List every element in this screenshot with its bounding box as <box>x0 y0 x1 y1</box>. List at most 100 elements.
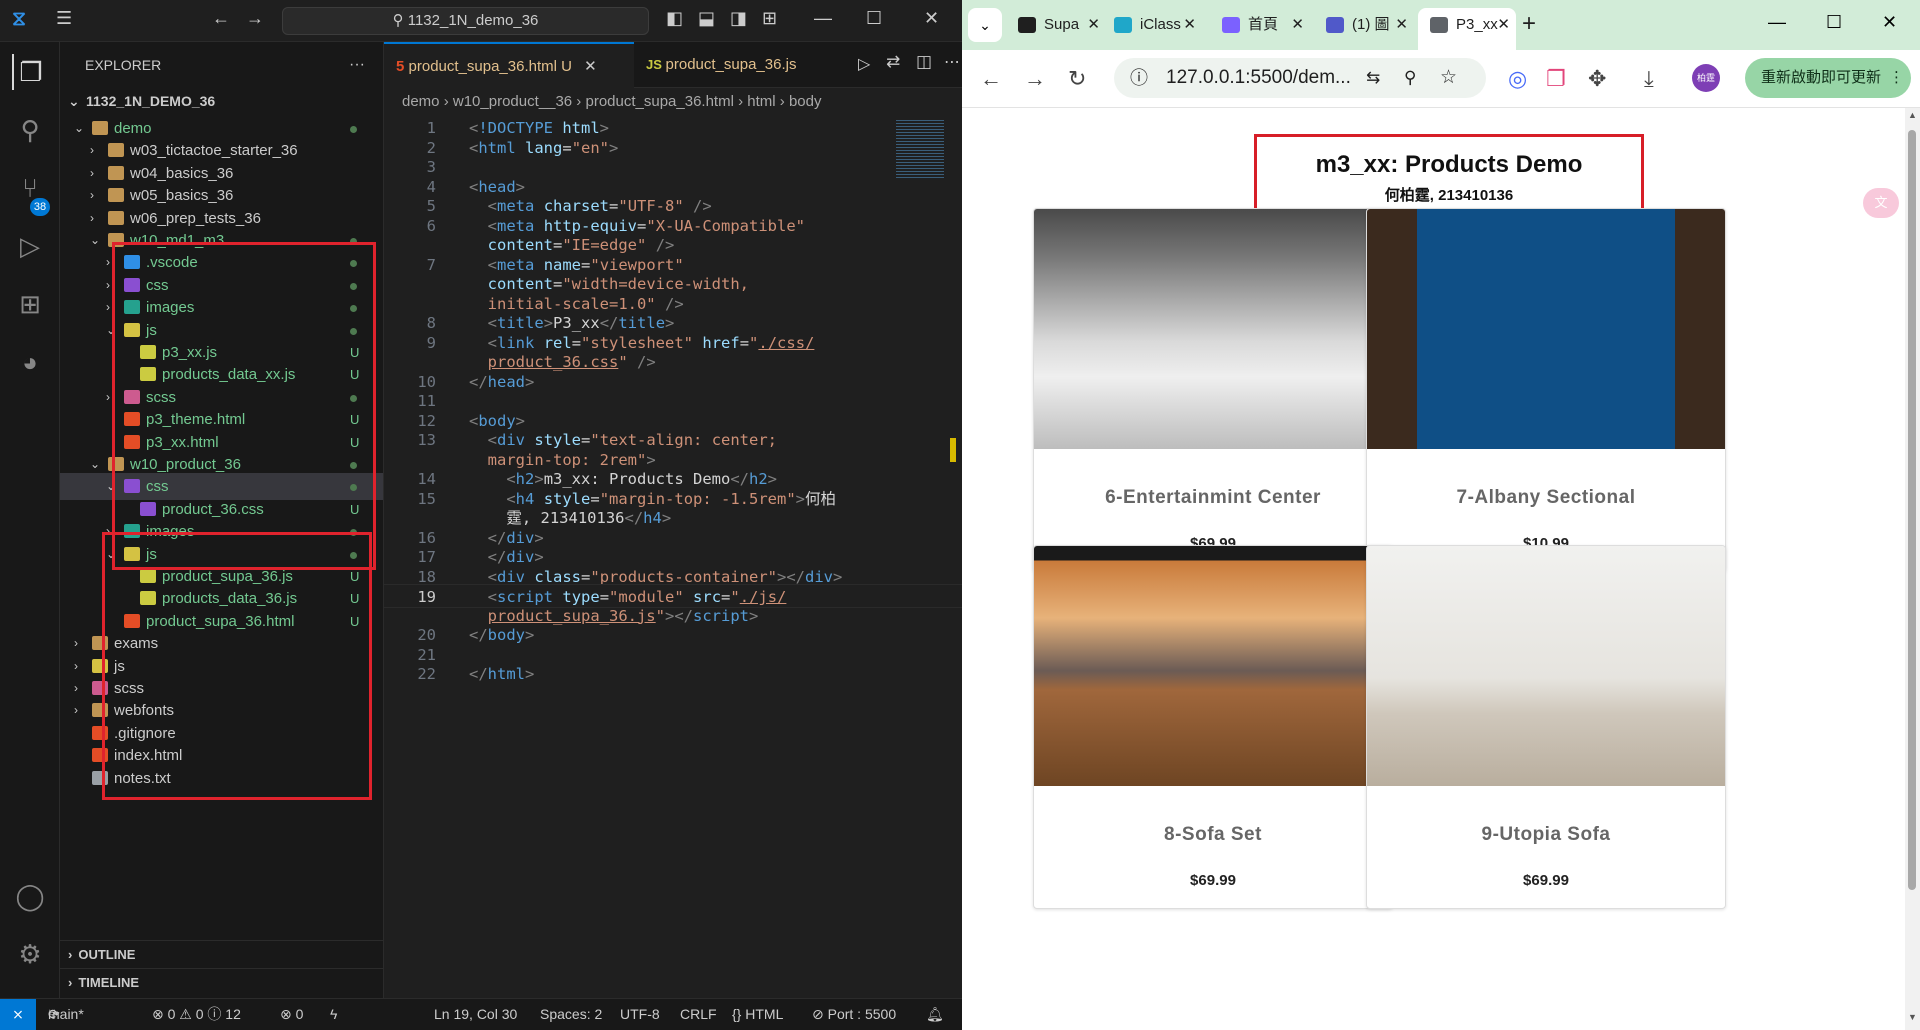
reload-icon[interactable]: ↻ <box>1068 66 1086 92</box>
outline-section[interactable]: › OUTLINE <box>60 940 383 967</box>
favicon-icon <box>1018 17 1036 33</box>
close-tab-icon[interactable]: ✕ <box>1183 8 1196 42</box>
browser-tab[interactable]: iClass ✕ <box>1102 8 1202 42</box>
folder-icon <box>108 210 124 225</box>
indentation[interactable]: Spaces: 2 <box>540 999 602 1029</box>
remote-indicator[interactable]: ⨯ <box>0 999 36 1030</box>
toggle-secondary-sidebar-icon[interactable]: ◨ <box>730 8 747 29</box>
update-label: 重新啟動即可更新 <box>1761 69 1882 86</box>
lens-icon[interactable]: ◎ <box>1508 66 1527 92</box>
product-card[interactable]: 8-Sofa Set $69.99 <box>1033 545 1393 909</box>
compare-icon[interactable]: ⇄ <box>886 52 900 72</box>
tab-product-supa-html[interactable]: 5 product_supa_36.html U ✕ <box>384 42 634 88</box>
floating-translate-button[interactable]: 文 <box>1863 188 1899 218</box>
explorer-title: EXPLORER <box>85 57 162 73</box>
site-info-icon[interactable]: ⓘ <box>1130 58 1148 98</box>
bolt-icon[interactable]: ϟ <box>330 999 337 1029</box>
code-editor[interactable]: 1 <!DOCTYPE html> 2 <html lang="en"> 3 4 <head… <box>384 116 962 986</box>
menu-icon[interactable]: ☰ <box>56 8 72 29</box>
breadcrumb-item[interactable]: product_supa_36.html <box>585 93 733 110</box>
minimize-icon[interactable]: — <box>814 8 832 29</box>
timeline-section[interactable]: › TIMELINE <box>60 968 383 995</box>
live-server-port[interactable]: ⊘ Port : 5500 <box>812 999 896 1029</box>
toggle-panel-icon[interactable]: ⬓ <box>698 8 715 29</box>
scroll-down-icon[interactable]: ▼ <box>1908 1012 1917 1022</box>
browser-tab[interactable]: 首頁 ✕ <box>1210 8 1310 42</box>
more-actions-icon[interactable]: ··· <box>349 42 365 88</box>
translator-extension-icon[interactable]: ❐ <box>1546 66 1566 92</box>
close-icon[interactable]: ✕ <box>924 8 939 29</box>
address-bar[interactable]: ⓘ 127.0.0.1:5500/dem... ⇆ ⚲ ☆ <box>1114 58 1486 98</box>
close-tab-icon[interactable]: ✕ <box>1087 8 1100 42</box>
breadcrumb-item[interactable]: html <box>747 93 775 110</box>
line-ending[interactable]: CRLF <box>680 999 717 1029</box>
translate-icon[interactable]: ⇆ <box>1366 58 1380 98</box>
close-tab-icon[interactable]: ✕ <box>1395 8 1408 42</box>
product-card[interactable]: 6-Entertainmint Center $69.99 <box>1033 208 1393 572</box>
scrollbar-thumb[interactable] <box>1908 130 1916 890</box>
tab-search-button[interactable]: ⌄ <box>968 8 1002 42</box>
problems-status[interactable]: ⊗ 0 ⚠ 0 ⓘ 12 <box>152 999 241 1029</box>
encoding[interactable]: UTF-8 <box>620 999 660 1029</box>
page-subtitle: 何柏霆, 213410136 <box>1384 187 1514 204</box>
forward-arrow-icon[interactable]: → <box>1024 66 1046 92</box>
forward-arrow-icon[interactable]: → <box>246 8 264 29</box>
close-tab-icon[interactable]: ✕ <box>584 58 597 75</box>
browser-window: ⌄ Supa ✕ iClass ✕ 首頁 ✕ (1) 圖 ✕ P3_xx ✕ + — ☐ ✕ ← … <box>962 0 1920 1030</box>
browser-tab[interactable]: Supa ✕ <box>1006 8 1106 42</box>
close-icon[interactable]: ✕ <box>1882 12 1897 33</box>
run-debug-icon[interactable]: ▷ <box>12 228 48 264</box>
new-tab-button[interactable]: + <box>1522 10 1536 38</box>
ports-status[interactable]: ⊗ 0 <box>280 999 303 1029</box>
product-card[interactable]: 7-Albany Sectional $10.99 <box>1366 208 1726 572</box>
download-icon[interactable]: ⤓ <box>1644 66 1654 92</box>
back-arrow-icon[interactable]: ← <box>980 66 1002 92</box>
run-icon[interactable]: ▷ <box>858 54 870 74</box>
maximize-icon[interactable]: ☐ <box>866 8 882 29</box>
product-name: 6-Entertainmint Center <box>1105 487 1321 508</box>
notifications-icon[interactable]: 🔔︎ <box>926 999 944 1029</box>
breadcrumb-item[interactable]: w10_product__36 <box>453 93 572 110</box>
status-bar: ⨯ ⑂ main* ⟳ ⊗ 0 ⚠ 0 ⓘ 12 ⊗ 0 ϟ Ln 19, Co… <box>0 998 962 1030</box>
highlight-box-w10-md1 <box>112 242 376 570</box>
maximize-icon[interactable]: ☐ <box>1826 12 1842 33</box>
close-tab-icon[interactable]: ✕ <box>1291 8 1304 42</box>
update-button[interactable]: 重新啟動即可更新 ⋮ <box>1745 58 1911 98</box>
close-tab-icon[interactable]: ✕ <box>1497 8 1510 42</box>
bookmark-star-icon[interactable]: ☆ <box>1440 58 1457 98</box>
accounts-icon[interactable]: ◯ <box>12 878 48 914</box>
breadcrumb-item[interactable]: body <box>789 93 822 110</box>
breadcrumb-item[interactable]: demo <box>402 93 440 110</box>
extensions-icon[interactable]: ⊞ <box>12 286 48 322</box>
profile-avatar[interactable]: 柏霆 <box>1692 64 1720 92</box>
product-card[interactable]: 9-Utopia Sofa $69.99 <box>1366 545 1726 909</box>
tab-label: product_supa_36.js <box>665 56 797 73</box>
settings-gear-icon[interactable]: ⚙ <box>12 936 48 972</box>
minimize-icon[interactable]: — <box>1768 12 1786 33</box>
favicon-icon <box>1114 17 1132 33</box>
minimap <box>896 118 944 178</box>
browser-tab[interactable]: P3_xx ✕ <box>1418 8 1516 50</box>
tab-product-supa-js[interactable]: JS product_supa_36.js <box>634 42 814 88</box>
back-arrow-icon[interactable]: ← <box>212 8 230 29</box>
remote-explorer-icon[interactable]: ◕ <box>12 344 48 380</box>
search-icon[interactable]: ⚲ <box>12 112 48 148</box>
scroll-up-icon[interactable]: ▲ <box>1908 110 1917 120</box>
page-title: m3_xx: Products Demo <box>1315 151 1583 178</box>
explorer-icon[interactable]: ❐ <box>12 54 48 90</box>
extensions-puzzle-icon[interactable]: ✥ <box>1588 66 1606 92</box>
customize-layout-icon[interactable]: ⊞ <box>762 8 777 29</box>
more-icon[interactable]: ⋯ <box>944 52 960 72</box>
browser-tab[interactable]: (1) 圖 ✕ <box>1314 8 1414 42</box>
command-center[interactable]: ⚲ 1132_1N_demo_36 <box>282 7 649 35</box>
language-mode[interactable]: {} HTML <box>732 999 783 1029</box>
highlight-box-w10-product <box>102 532 372 800</box>
cursor-position[interactable]: Ln 19, Col 30 <box>434 999 517 1029</box>
page-scrollbar[interactable]: ▲ ▼ <box>1905 108 1920 1030</box>
workspace-root[interactable]: ⌄ 1132_1N_DEMO_36 <box>60 88 383 115</box>
code-line[interactable]: 22 </html> <box>384 662 962 686</box>
split-editor-icon[interactable]: ◫ <box>916 52 932 72</box>
zoom-icon[interactable]: ⚲ <box>1404 58 1416 98</box>
toggle-sidebar-icon[interactable]: ◧ <box>666 8 683 29</box>
product-name: 9-Utopia Sofa <box>1481 824 1611 845</box>
